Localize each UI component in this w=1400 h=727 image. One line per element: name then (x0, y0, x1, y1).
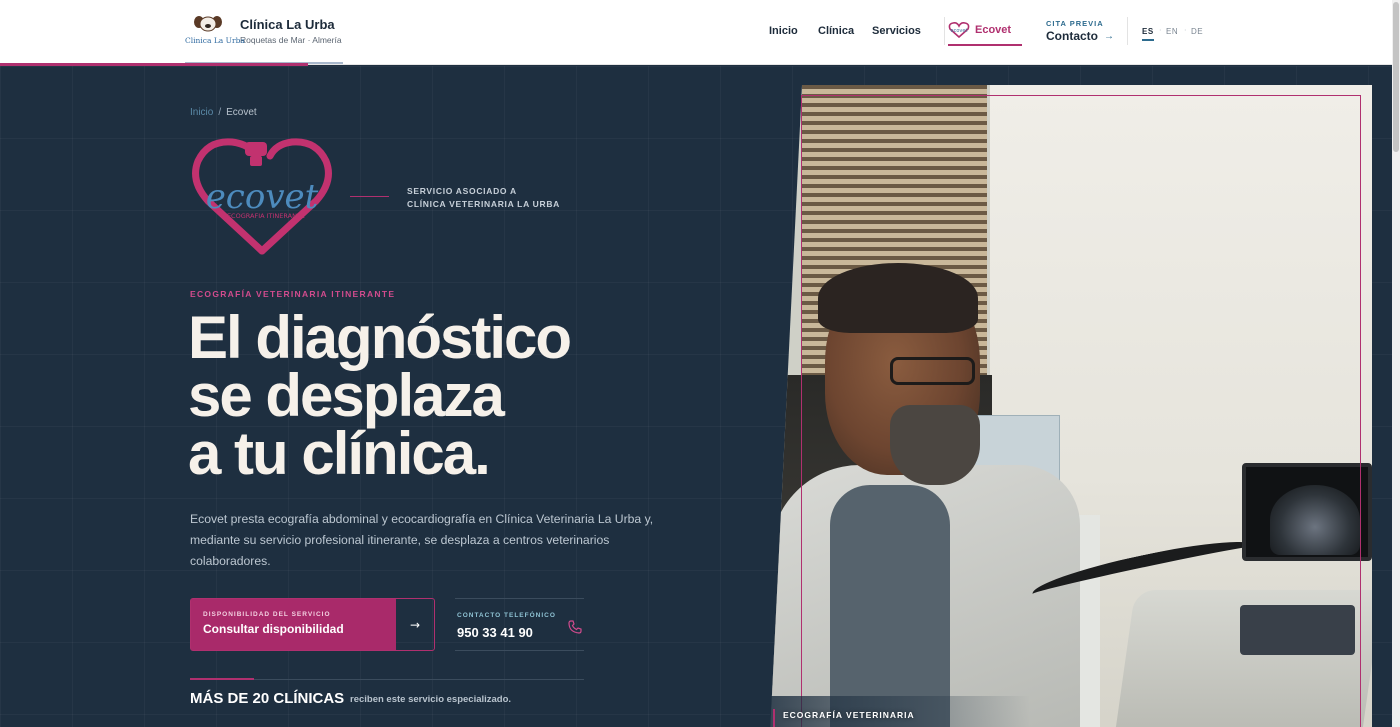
lang-de[interactable]: DE (1191, 27, 1203, 36)
associated-note-line2: CLÍNICA VETERINARIA LA URBA (407, 199, 561, 209)
lang-dot: · (1184, 26, 1187, 35)
brand-title: Clínica La Urba (240, 17, 335, 32)
nav-inicio[interactable]: Inicio (769, 25, 798, 37)
ecovet-heart-icon: ecovet ECOGRAFIA ITINERANTE (192, 138, 332, 255)
lang-es[interactable]: ES (1142, 27, 1154, 41)
headline-line3: a tu clínica. (188, 420, 491, 487)
phone-eyebrow: CONTACTO TELEFÓNICO (457, 612, 556, 619)
cta-label: Consultar disponibilidad (203, 622, 344, 636)
breadcrumb-inicio[interactable]: Inicio (190, 107, 213, 118)
stat-accent-line (190, 678, 254, 680)
nav-clinica[interactable]: Clínica (818, 25, 854, 37)
logo-caption: Clinica La Urba (185, 36, 245, 45)
cita-label: Contacto (1046, 29, 1098, 43)
phone-icon (568, 620, 582, 634)
nav-ecovet-label: Ecovet (975, 24, 1012, 36)
stat-headline: MÁS DE 20 CLÍNICAS (190, 690, 345, 707)
note-line (350, 196, 389, 197)
lang-dot: · (1159, 26, 1162, 35)
arrow-right-icon: → (409, 617, 421, 632)
hero-lead: Ecovet presta ecografía abdominal y ecoc… (190, 512, 654, 568)
ecovet-mini-icon: ecovet (948, 22, 970, 38)
nav-ecovet[interactable]: ecovet Ecovet (948, 20, 1022, 46)
associated-note-line1: SERVICIO ASOCIADO A (407, 186, 517, 196)
arrow-right-icon: → (1104, 30, 1114, 42)
nav-divider (944, 17, 945, 45)
headline-line1: El diagnóstico (188, 304, 572, 371)
clinic-logo: Clinica La Urba (185, 12, 245, 50)
brand-link[interactable]: Clinica La Urba Clínica La Urba Roquetas… (185, 12, 342, 50)
hero-photo (770, 85, 1372, 727)
brand-subtitle: Roquetas de Mar · Almería (240, 35, 342, 45)
cta-eyebrow: DISPONIBILIDAD DEL SERVICIO (203, 611, 331, 618)
cita-eyebrow: CITA PREVIA (1046, 19, 1104, 28)
photo-caption: ECOGRAFÍA VETERINARIA (783, 710, 915, 720)
consultar-disponibilidad-button[interactable]: DISPONIBILIDAD DEL SERVICIO Consultar di… (190, 598, 435, 651)
stat-divider (254, 679, 584, 680)
breadcrumb-current: Ecovet (226, 107, 257, 118)
ecovet-logo-word: ecovet (206, 177, 319, 217)
site-header: Clinica La Urba Clínica La Urba Roquetas… (0, 0, 1392, 65)
cita-contacto-link[interactable]: CITA PREVIA Contacto → (1046, 19, 1114, 43)
scrollbar-thumb[interactable] (1393, 2, 1399, 152)
hero-headline: El diagnóstico se desplaza a tu clínica. (188, 304, 572, 487)
hero-eyebrow: ECOGRAFÍA VETERINARIA ITINERANTE (190, 289, 396, 299)
scroll-progress-bar (0, 63, 308, 66)
caption-accent (773, 709, 775, 727)
dog-logo-icon (194, 16, 222, 32)
stat-description: reciben este servicio especializado. (350, 694, 512, 705)
phone-number: 950 33 41 90 (457, 625, 533, 640)
headline-line2: se desplaza (188, 362, 505, 429)
breadcrumb: Inicio / Ecovet (190, 107, 257, 118)
lang-en[interactable]: EN (1166, 27, 1178, 36)
associated-note: SERVICIO ASOCIADO A CLÍNICA VETERINARIA … (407, 185, 560, 211)
scrollbar[interactable] (1392, 0, 1400, 727)
nav-servicios[interactable]: Servicios (872, 25, 921, 37)
svg-text:ecovet: ecovet (951, 28, 968, 34)
hero-section: Inicio / Ecovet ecovet ECOGRAFIA ITINERANT… (0, 66, 1392, 727)
lang-divider (1127, 17, 1128, 45)
phone-contact-link[interactable]: CONTACTO TELEFÓNICO 950 33 41 90 (455, 598, 584, 651)
ecovet-logo-tagline: ECOGRAFIA ITINERANTE (227, 212, 305, 220)
